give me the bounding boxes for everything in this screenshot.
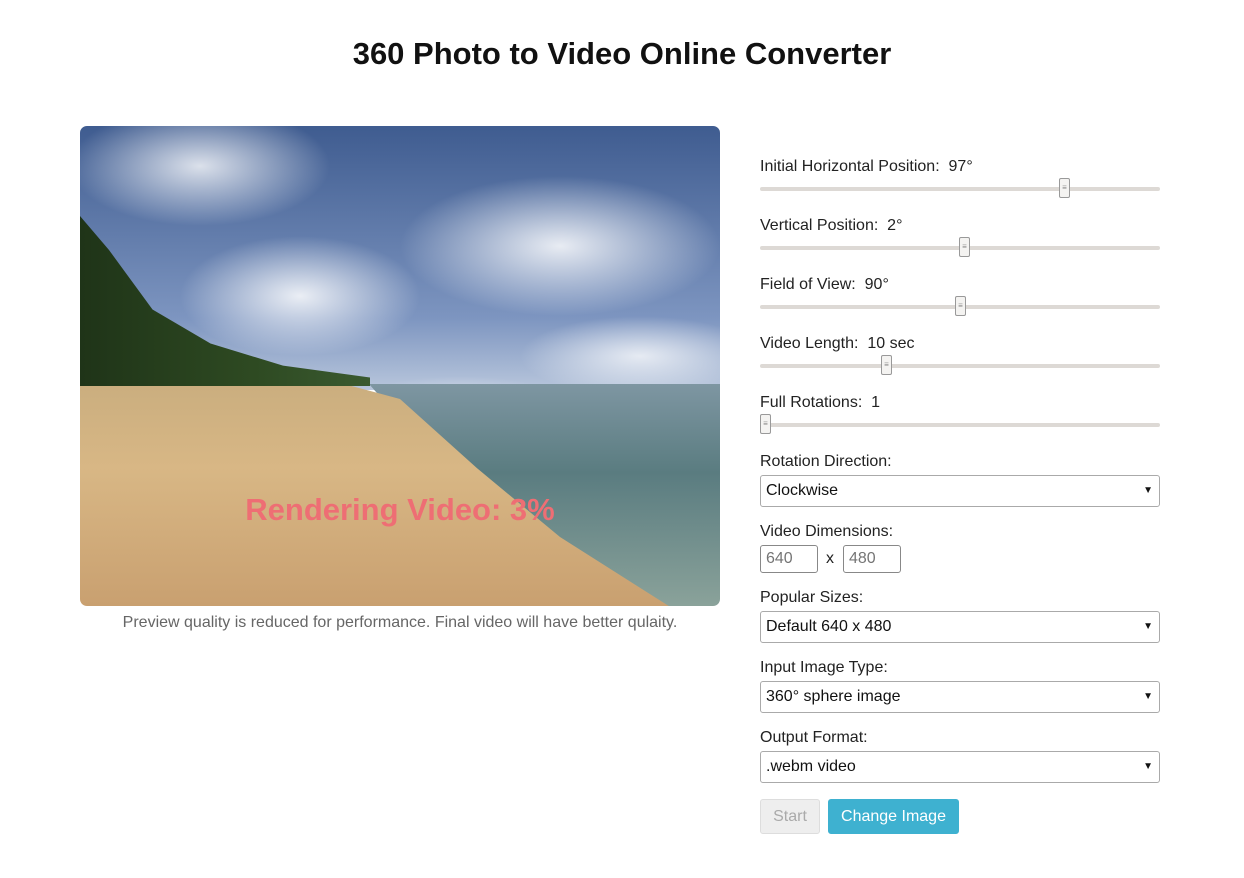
trees bbox=[80, 216, 370, 386]
vertical-position-slider[interactable]: ≡ bbox=[760, 237, 1160, 257]
slider-handle[interactable]: ≡ bbox=[1059, 178, 1070, 198]
input-image-type-select[interactable]: 360° sphere image ▼ bbox=[760, 681, 1160, 713]
popular-sizes-label: Popular Sizes: bbox=[760, 589, 864, 606]
preview-image: Rendering Video: 3% bbox=[80, 126, 720, 606]
output-format-label: Output Format: bbox=[760, 729, 868, 746]
selected-value: .webm video bbox=[766, 758, 856, 775]
vertical-position-label: Vertical Position: 2° bbox=[760, 217, 903, 234]
page-title: 360 Photo to Video Online Converter bbox=[352, 36, 892, 71]
full-rotations-slider[interactable]: ≡ bbox=[760, 414, 1160, 434]
height-input[interactable] bbox=[843, 545, 901, 573]
preview-note: Preview quality is reduced for performan… bbox=[122, 614, 678, 631]
selected-value: 360° sphere image bbox=[766, 688, 901, 705]
slider-handle[interactable]: ≡ bbox=[959, 237, 970, 257]
field-of-view-label: Field of View: 90° bbox=[760, 276, 889, 293]
video-length-label: Video Length: 10 sec bbox=[760, 335, 915, 352]
output-format-select[interactable]: .webm video ▼ bbox=[760, 751, 1160, 783]
slider-handle[interactable]: ≡ bbox=[881, 355, 892, 375]
slider-handle[interactable]: ≡ bbox=[955, 296, 966, 316]
initial-horizontal-position-slider[interactable]: ≡ bbox=[760, 178, 1160, 198]
slider-handle[interactable]: ≡ bbox=[760, 414, 771, 434]
rotation-direction-select[interactable]: Clockwise ▼ bbox=[760, 475, 1160, 507]
width-input[interactable] bbox=[760, 545, 818, 573]
full-rotations-label: Full Rotations: 1 bbox=[760, 394, 881, 411]
selected-value: Clockwise bbox=[766, 482, 839, 499]
dropdown-arrow-icon: ▼ bbox=[1143, 485, 1153, 496]
video-dimensions-label: Video Dimensions: bbox=[760, 523, 894, 540]
rendering-progress-text: Rendering Video: 3% bbox=[245, 492, 555, 527]
field-of-view-slider[interactable]: ≡ bbox=[760, 296, 1160, 316]
dropdown-arrow-icon: ▼ bbox=[1143, 691, 1153, 702]
input-image-type-label: Input Image Type: bbox=[760, 659, 888, 676]
rotation-direction-label: Rotation Direction: bbox=[760, 453, 892, 470]
selected-value: Default 640 x 480 bbox=[766, 618, 892, 635]
start-button[interactable]: Start bbox=[760, 799, 820, 834]
initial-horizontal-position-label: Initial Horizontal Position: 97° bbox=[760, 158, 973, 175]
dimension-separator: x bbox=[826, 550, 834, 567]
change-image-button[interactable]: Change Image bbox=[828, 799, 959, 834]
video-length-slider[interactable]: ≡ bbox=[760, 355, 1160, 375]
dropdown-arrow-icon: ▼ bbox=[1143, 621, 1153, 632]
dropdown-arrow-icon: ▼ bbox=[1143, 761, 1153, 772]
popular-sizes-select[interactable]: Default 640 x 480 ▼ bbox=[760, 611, 1160, 643]
